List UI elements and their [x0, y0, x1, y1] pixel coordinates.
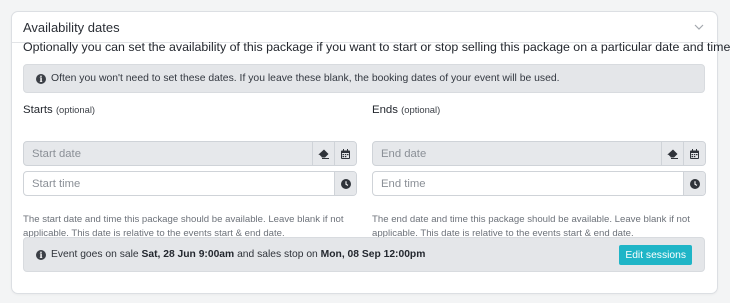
intro-text: Optionally you can set the availability … [23, 40, 730, 54]
ends-help-text: The end date and time this package shoul… [372, 214, 690, 239]
edit-sessions-button[interactable]: Edit sessions [619, 245, 692, 265]
info-note: i Often you won't need to set these date… [23, 64, 705, 93]
end-date-input[interactable] [373, 142, 661, 165]
sale-period-note: i Event goes on sale Sat, 28 Jun 9:00am … [23, 237, 705, 272]
end-time-group [372, 171, 706, 196]
info-circle-icon: i [36, 249, 46, 260]
sale-middle-text: and sales stop on [237, 249, 318, 260]
start-time-group [23, 171, 357, 196]
sale-start-datetime: Sat, 28 Jun 9:00am [141, 249, 235, 260]
starts-label: Starts (optional) [23, 104, 357, 118]
ends-label-text: Ends [372, 104, 398, 116]
start-time-input[interactable] [24, 172, 334, 195]
sale-end-datetime: Mon, 08 Sep 12:00pm [320, 249, 426, 260]
panel-header[interactable]: Availability dates [12, 12, 717, 43]
sale-prefix: Event goes on sale [51, 249, 139, 260]
end-time-input[interactable] [373, 172, 683, 195]
end-date-group [372, 141, 706, 166]
start-date-group [23, 141, 357, 166]
ends-label: Ends (optional) [372, 104, 706, 118]
clock-icon[interactable] [334, 172, 356, 195]
eraser-icon[interactable] [312, 142, 334, 165]
clock-icon[interactable] [683, 172, 705, 195]
start-date-input[interactable] [24, 142, 312, 165]
chevron-down-icon[interactable] [692, 20, 706, 34]
info-circle-icon: i [36, 73, 46, 84]
starts-help-text: The start date and time this package sho… [23, 214, 344, 239]
starts-column: Starts (optional) The start date and tim… [23, 104, 357, 239]
ends-column: Ends (optional) The end date and time th… [372, 104, 706, 239]
info-note-text: Often you won't need to set these dates.… [51, 73, 560, 84]
starts-optional-label: (optional) [55, 104, 96, 115]
starts-label-text: Starts [23, 104, 53, 116]
eraser-icon[interactable] [661, 142, 683, 165]
panel-title: Availability dates [23, 19, 120, 35]
ends-optional-label: (optional) [401, 104, 441, 115]
availability-dates-panel: Availability dates Optionally you can se… [11, 11, 730, 294]
calendar-icon[interactable] [334, 142, 356, 165]
calendar-icon[interactable] [683, 142, 705, 165]
